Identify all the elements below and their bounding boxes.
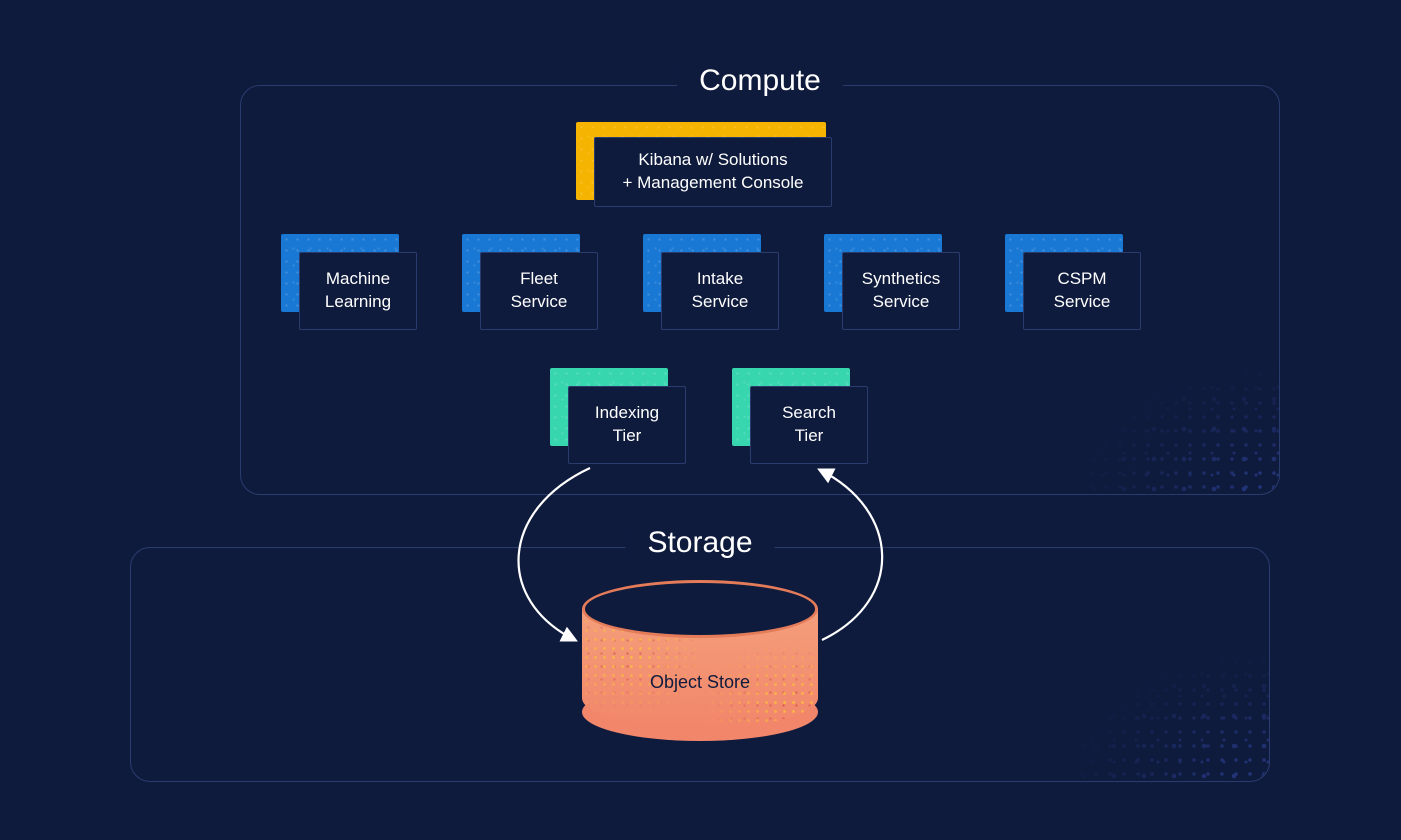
object-store-label: Object Store xyxy=(582,672,818,693)
decorative-speckle xyxy=(959,354,1279,494)
kibana-node: Kibana w/ Solutions + Management Console xyxy=(576,122,844,212)
diagram-stage: Compute Storage Kibana w/ Solutions + Ma… xyxy=(0,0,1401,840)
intake-node: IntakeService xyxy=(643,234,783,334)
search-node: SearchTier xyxy=(732,368,872,468)
cylinder-top xyxy=(582,580,818,638)
cspm-label: CSPMService xyxy=(1054,268,1111,314)
intake-label: IntakeService xyxy=(692,268,749,314)
compute-title: Compute xyxy=(677,64,843,98)
ml-label: MachineLearning xyxy=(325,268,391,314)
kibana-label: Kibana w/ Solutions + Management Console xyxy=(623,149,804,195)
indexing-label: IndexingTier xyxy=(595,402,659,448)
intake-box: IntakeService xyxy=(661,252,779,330)
fleet-node: FleetService xyxy=(462,234,602,334)
cspm-box: CSPMService xyxy=(1023,252,1141,330)
indexing-node: IndexingTier xyxy=(550,368,690,468)
search-box: SearchTier xyxy=(750,386,868,464)
synthetics-label: SyntheticsService xyxy=(862,268,940,314)
indexing-box: IndexingTier xyxy=(568,386,686,464)
decorative-speckle xyxy=(949,641,1269,781)
ml-box: MachineLearning xyxy=(299,252,417,330)
search-label: SearchTier xyxy=(782,402,836,448)
fleet-label: FleetService xyxy=(511,268,568,314)
ml-node: MachineLearning xyxy=(281,234,421,334)
fleet-box: FleetService xyxy=(480,252,598,330)
storage-title: Storage xyxy=(625,526,774,560)
cspm-node: CSPMService xyxy=(1005,234,1145,334)
kibana-box: Kibana w/ Solutions + Management Console xyxy=(594,137,832,207)
synthetics-node: SyntheticsService xyxy=(824,234,964,334)
synthetics-box: SyntheticsService xyxy=(842,252,960,330)
object-store-cylinder: Object Store xyxy=(582,580,818,740)
